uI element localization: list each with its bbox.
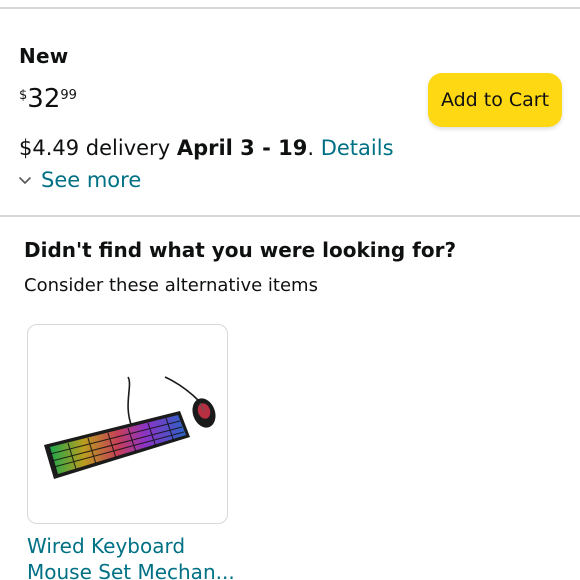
see-more-label: See more [41, 168, 142, 192]
alternatives-subheading: Consider these alternative items [24, 275, 318, 296]
delivery-details-link[interactable]: Details [321, 136, 394, 160]
price-currency-symbol: $ [19, 88, 28, 103]
alternative-item-card[interactable] [27, 324, 228, 524]
delivery-date: April 3 - 19 [176, 136, 308, 160]
keyboard-mouse-product-image [44, 376, 216, 479]
product-offer-page: New $3299 Add to Cart $4.49 delivery Apr… [0, 0, 580, 580]
alternatives-heading: Didn't find what you were looking for? [24, 238, 457, 262]
alternative-item-title-link[interactable]: Wired Keyboard Mouse Set Mechan... [27, 533, 247, 580]
price-fraction: 99 [60, 88, 77, 103]
section-divider [0, 215, 580, 217]
add-to-cart-button[interactable]: Add to Cart [428, 73, 562, 127]
price: $3299 [19, 86, 77, 112]
price-whole: 32 [27, 84, 61, 114]
condition-label: New [19, 44, 69, 68]
alternative-item-title-line2: Mouse Set Mechan... [27, 560, 235, 580]
delivery-info: $4.49 delivery April 3 - 19. Details [19, 136, 394, 160]
chevron-down-icon [19, 177, 31, 184]
delivery-price: $4.49 delivery [19, 136, 177, 160]
see-more-toggle[interactable]: See more [18, 168, 141, 192]
alternative-item-title-line1: Wired Keyboard [27, 534, 186, 558]
delivery-separator: . [307, 136, 321, 160]
top-divider [0, 7, 580, 9]
